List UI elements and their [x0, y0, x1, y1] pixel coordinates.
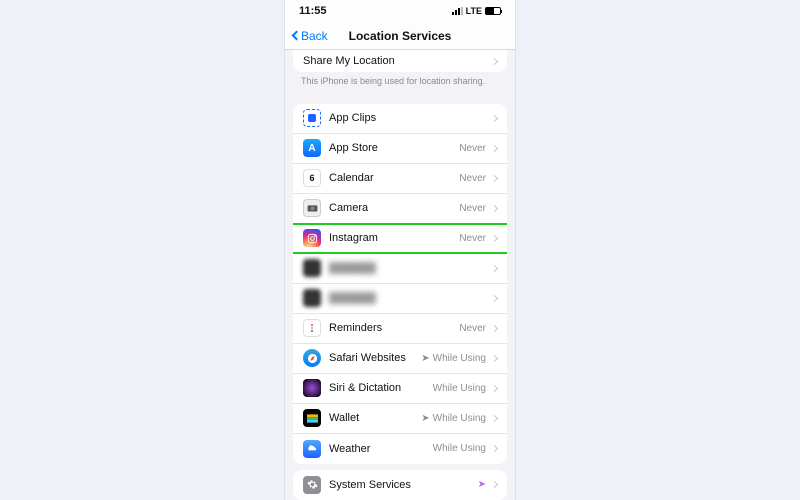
unknown-icon [303, 289, 321, 307]
siri-icon [303, 379, 321, 397]
back-button[interactable]: Back [293, 29, 328, 43]
camera-icon [303, 199, 321, 217]
app-row-siri-dictation[interactable]: Siri & DictationWhile Using [293, 374, 507, 404]
app-label: Camera [329, 202, 459, 214]
system-services-status: ➤ [478, 479, 486, 490]
share-my-location-row[interactable]: Share My Location [293, 50, 507, 72]
chevron-right-icon [491, 145, 498, 152]
app-status: Never [459, 203, 486, 214]
app-row--[interactable]: ██████ [293, 254, 507, 284]
system-services-label: System Services [329, 479, 478, 491]
app-label: Weather [329, 443, 433, 455]
share-my-location-label: Share My Location [303, 55, 395, 67]
app-row--[interactable]: ██████ [293, 284, 507, 314]
app-label: App Clips [329, 112, 486, 124]
chevron-right-icon [491, 175, 498, 182]
app-label: Siri & Dictation [329, 382, 433, 394]
app-row-app-store[interactable]: A App StoreNever [293, 134, 507, 164]
app-label: App Store [329, 142, 459, 154]
calendar-icon: 6 [303, 169, 321, 187]
system-group: System Services ➤ [293, 470, 507, 500]
app-status: ➤While Using [421, 413, 486, 424]
chevron-right-icon [491, 385, 498, 392]
app-label: Calendar [329, 172, 459, 184]
status-time: 11:55 [299, 5, 327, 17]
app-label: Safari Websites [329, 352, 421, 364]
app-status: Never [459, 233, 486, 244]
app-row-reminders[interactable]: RemindersNever [293, 314, 507, 344]
safari-icon [303, 349, 321, 367]
app-status: ➤While Using [421, 353, 486, 364]
app-label: Reminders [329, 322, 459, 334]
chevron-right-icon [491, 205, 498, 212]
app-row-safari-websites[interactable]: Safari Websites➤While Using [293, 344, 507, 374]
signal-icon [452, 7, 463, 15]
app-status: Never [459, 173, 486, 184]
status-right: LTE [452, 6, 501, 16]
chevron-right-icon [491, 265, 498, 272]
app-label: Wallet [329, 412, 421, 424]
appstore-icon: A [303, 139, 321, 157]
chevron-right-icon [491, 415, 498, 422]
reminders-icon [303, 319, 321, 337]
weather-icon [303, 440, 321, 458]
system-services-row[interactable]: System Services ➤ [293, 470, 507, 500]
status-bar: 11:55 LTE [285, 0, 515, 22]
phone-frame: 11:55 LTE Back Location Services Share M… [285, 0, 515, 500]
back-label: Back [301, 29, 328, 43]
app-label: Instagram [329, 232, 459, 244]
chevron-right-icon [491, 481, 498, 488]
app-row-app-clips[interactable]: App Clips [293, 104, 507, 134]
wallet-icon [303, 409, 321, 427]
app-row-camera[interactable]: CameraNever [293, 194, 507, 224]
battery-icon [485, 7, 501, 15]
chevron-right-icon [491, 325, 498, 332]
gear-icon [303, 476, 321, 494]
share-location-note: This iPhone is being used for location s… [285, 72, 515, 98]
chevron-right-icon [491, 445, 498, 452]
app-status: Never [459, 323, 486, 334]
network-label: LTE [466, 6, 482, 16]
location-arrow-icon: ➤ [421, 413, 429, 424]
app-row-instagram[interactable]: InstagramNever [293, 224, 507, 254]
chevron-right-icon [491, 57, 498, 64]
app-status: While Using [433, 383, 486, 394]
app-label: ██████ [329, 262, 486, 274]
nav-bar: Back Location Services [285, 22, 515, 50]
apps-group: App ClipsAApp StoreNever6CalendarNeverCa… [293, 104, 507, 464]
location-arrow-icon: ➤ [421, 353, 429, 364]
app-status: Never [459, 143, 486, 154]
settings-scroll[interactable]: Share My Location This iPhone is being u… [285, 50, 515, 500]
app-row-calendar[interactable]: 6 CalendarNever [293, 164, 507, 194]
appclips-icon [303, 109, 321, 127]
instagram-icon [303, 229, 321, 247]
location-arrow-icon: ➤ [478, 479, 486, 490]
app-status: While Using [433, 443, 486, 454]
chevron-right-icon [491, 235, 498, 242]
chevron-right-icon [491, 355, 498, 362]
app-row-weather[interactable]: WeatherWhile Using [293, 434, 507, 464]
chevron-right-icon [491, 115, 498, 122]
app-row-wallet[interactable]: Wallet➤While Using [293, 404, 507, 434]
chevron-right-icon [491, 295, 498, 302]
unknown-icon [303, 259, 321, 277]
chevron-left-icon [292, 31, 302, 41]
app-label: ██████ [329, 292, 486, 304]
